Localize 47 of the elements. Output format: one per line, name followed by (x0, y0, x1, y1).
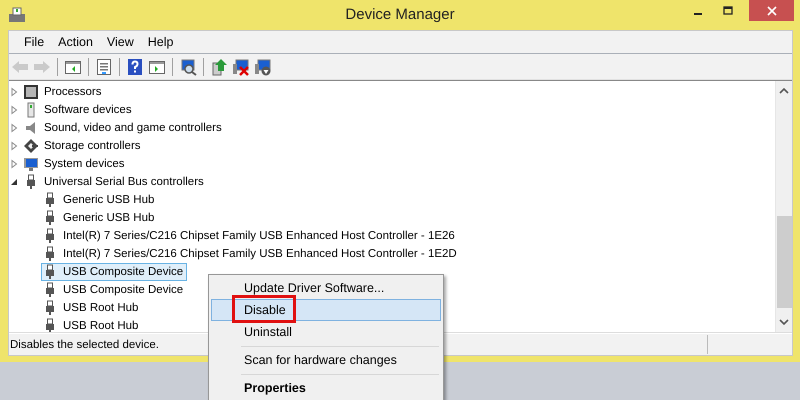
tree-item[interactable]: USB Root Hub (41, 299, 142, 317)
scrollbar[interactable] (775, 81, 792, 332)
window-title: Device Manager (345, 6, 455, 23)
tree-item[interactable]: Processors (22, 83, 106, 101)
scan-icon[interactable] (179, 58, 197, 76)
tree-item[interactable]: Sound, video and game controllers (22, 119, 226, 137)
menu-item[interactable]: Help (140, 33, 180, 51)
expand-arrow-icon[interactable] (9, 141, 19, 151)
tree-item[interactable]: Universal Serial Bus controllers (22, 173, 208, 191)
expand-arrow-icon[interactable] (9, 105, 19, 115)
tree-item[interactable]: USB Composite Device (41, 263, 188, 281)
menu-item[interactable]: Uninstall (211, 321, 441, 343)
help-icon[interactable] (126, 58, 144, 76)
expand-arrow-icon[interactable] (9, 87, 19, 97)
update-icon[interactable] (210, 58, 228, 76)
monitor-icon (23, 156, 39, 172)
tree-item[interactable]: Generic USB Hub (41, 209, 158, 227)
tree-item[interactable]: Software devices (22, 101, 136, 119)
disable-icon[interactable] (232, 58, 250, 76)
status-text: Disables the selected device. (10, 338, 159, 350)
storage-icon (23, 138, 39, 154)
close-button[interactable] (749, 0, 794, 21)
minimize-icon (694, 12, 702, 14)
expand-arrow-icon[interactable] (9, 123, 19, 133)
maximize-icon (723, 6, 733, 16)
tree-item[interactable]: USB Composite Device (41, 281, 188, 299)
properties-icon[interactable] (95, 58, 113, 76)
tree-item[interactable]: Generic USB Hub (41, 191, 158, 209)
menu-item[interactable]: Properties (211, 377, 441, 399)
uninstall-icon[interactable] (254, 58, 272, 76)
scroll-down-icon[interactable] (779, 318, 789, 326)
chip-icon (23, 84, 39, 100)
expanded-arrow-icon[interactable] (9, 177, 19, 187)
menu-item[interactable]: View (100, 33, 141, 51)
tree-item[interactable]: Intel(R) 7 Series/C216 Chipset Family USB Enhanced Host Controller - 1E2D (41, 245, 461, 263)
close-icon (766, 6, 776, 16)
app-icon (8, 7, 26, 23)
scroll-up-icon[interactable] (779, 87, 789, 95)
menu-item[interactable]: Scan for hardware changes (211, 349, 441, 371)
tree-item[interactable]: System devices (22, 155, 129, 173)
tree-item[interactable]: USB Root Hub (41, 317, 142, 332)
tree-item[interactable]: Intel(R) 7 Series/C216 Chipset Family USB Enhanced Host Controller - 1E26 (41, 227, 459, 245)
menu-item[interactable]: Action (51, 33, 100, 51)
tree-item[interactable]: Storage controllers (22, 137, 145, 155)
menu-item[interactable]: Update Driver Software... (211, 277, 441, 299)
expand-arrow-icon[interactable] (9, 159, 19, 169)
menu-item[interactable]: File (17, 33, 52, 51)
